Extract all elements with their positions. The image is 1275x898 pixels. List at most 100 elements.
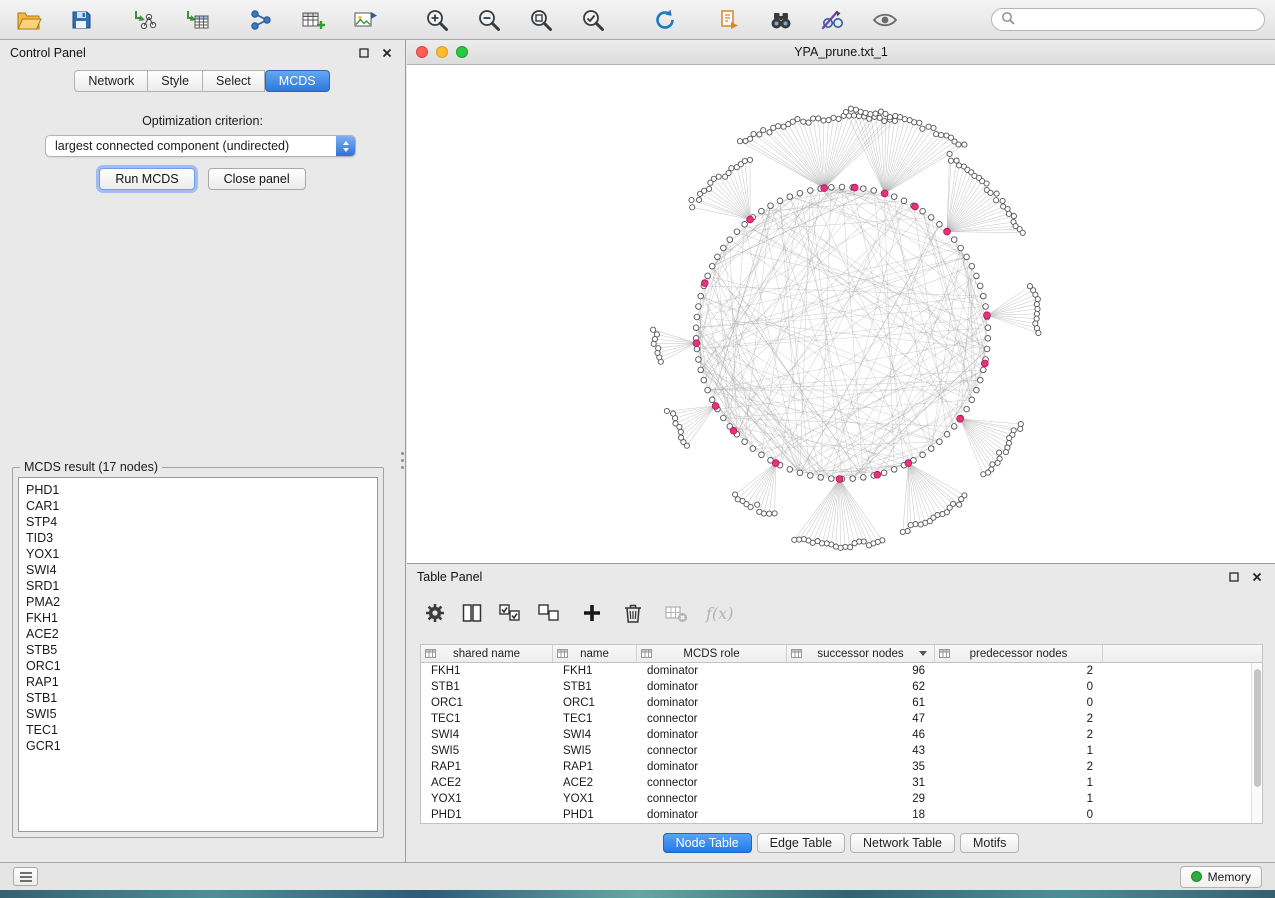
close-panel-icon[interactable] [379,45,395,61]
mcds-result-item[interactable]: STB1 [26,690,370,706]
table-cell: 1 [935,777,1103,789]
status-bar: Memory [0,862,1275,890]
mcds-result-list[interactable]: PHD1CAR1STP4TID3YOX1SWI4SRD1PMA2FKH1ACE2… [18,477,378,832]
search-box[interactable] [991,8,1265,31]
memory-button[interactable]: Memory [1180,866,1262,888]
table-cell: 18 [787,809,935,821]
table-row[interactable]: STB1STB1dominator620 [421,679,1251,695]
float-table-panel-icon[interactable] [1226,569,1242,585]
tab-edge-table[interactable]: Edge Table [757,833,845,853]
column-sort-caret-icon[interactable] [919,651,927,656]
float-panel-icon[interactable] [356,45,372,61]
mcds-result-item[interactable]: FKH1 [26,610,370,626]
network-window: YPA_prune.txt_1 [407,40,1275,563]
table-row[interactable]: ACE2ACE2connector311 [421,775,1251,791]
table-row[interactable]: SWI4SWI4dominator462 [421,727,1251,743]
table-cell: 46 [787,729,935,741]
table-panel: Table Panel f(x) share [407,563,1275,862]
copy-view-icon[interactable] [710,4,748,36]
mcds-result-item[interactable]: CAR1 [26,498,370,514]
mcds-result-item[interactable]: ORC1 [26,658,370,674]
zoom-in-icon[interactable] [418,4,456,36]
control-panel: Control Panel NetworkStyleSelectMCDS Opt… [0,40,406,862]
delete-rows-icon[interactable] [622,601,644,625]
tab-style[interactable]: Style [147,70,203,92]
mcds-result-item[interactable]: SWI5 [26,706,370,722]
tab-network[interactable]: Network [74,70,148,92]
table-row[interactable]: SWI5SWI5connector431 [421,743,1251,759]
export-image-icon[interactable] [346,4,384,36]
open-folder-icon[interactable] [10,4,48,36]
minimize-window-icon[interactable] [436,46,448,58]
column-header-name[interactable]: name [553,645,637,662]
table-settings-icon[interactable] [423,601,447,625]
mcds-result-item[interactable]: STP4 [26,514,370,530]
tab-select[interactable]: Select [202,70,265,92]
new-network-icon[interactable] [242,4,280,36]
save-icon[interactable] [62,4,100,36]
import-table-icon[interactable] [178,4,216,36]
zoom-out-icon[interactable] [470,4,508,36]
control-panel-header: Control Panel [0,40,405,66]
tab-node-table[interactable]: Node Table [663,833,752,853]
mcds-result-item[interactable]: YOX1 [26,546,370,562]
mcds-result-item[interactable]: SWI4 [26,562,370,578]
criterion-dropdown[interactable]: largest connected component (undirected) [45,135,356,157]
mcds-result-item[interactable]: RAP1 [26,674,370,690]
mcds-result-item[interactable]: PHD1 [26,482,370,498]
table-row[interactable]: YOX1YOX1connector291 [421,791,1251,807]
table-scrollbar[interactable] [1251,663,1262,823]
panel-splitter-handle[interactable] [401,448,405,473]
new-table-icon[interactable] [294,4,332,36]
table-toolbar: f(x) [407,590,1275,632]
refresh-icon[interactable] [646,4,684,36]
table-cell: 43 [787,745,935,757]
network-titlebar[interactable]: YPA_prune.txt_1 [407,40,1275,65]
zoom-selected-icon[interactable] [574,4,612,36]
column-header-successor-nodes[interactable]: successor nodes [787,645,935,662]
add-row-icon[interactable] [581,602,603,624]
show-columns-icon[interactable] [460,601,484,625]
column-header-predecessor-nodes[interactable]: predecessor nodes [935,645,1103,662]
mcds-result-item[interactable]: GCR1 [26,738,370,754]
eye-icon[interactable] [866,4,904,36]
close-window-icon[interactable] [416,46,428,58]
table-cell: ACE2 [553,777,637,789]
run-mcds-button[interactable]: Run MCDS [99,168,194,190]
close-table-panel-icon[interactable] [1249,569,1265,585]
zoom-fit-icon[interactable] [522,4,560,36]
import-network-icon[interactable] [126,4,164,36]
tab-network-table[interactable]: Network Table [850,833,955,853]
column-header-shared-name[interactable]: shared name [421,645,553,662]
binoculars-icon[interactable] [762,4,800,36]
select-all-icon[interactable] [497,601,523,625]
column-header-MCDS-role[interactable]: MCDS role [637,645,787,662]
apply-style-icon[interactable] [814,4,852,36]
table-row[interactable]: RAP1RAP1dominator352 [421,759,1251,775]
tab-motifs[interactable]: Motifs [960,833,1019,853]
network-title: YPA_prune.txt_1 [407,45,1275,59]
table-row[interactable]: ORC1ORC1dominator610 [421,695,1251,711]
tab-mcds[interactable]: MCDS [265,70,330,92]
mcds-result-item[interactable]: SRD1 [26,578,370,594]
mcds-result-item[interactable]: TEC1 [26,722,370,738]
table-cell: 2 [935,713,1103,725]
mcds-result-item[interactable]: STB5 [26,642,370,658]
maximize-window-icon[interactable] [456,46,468,58]
scrollbar-thumb[interactable] [1254,669,1261,787]
mcds-result-item[interactable]: TID3 [26,530,370,546]
mcds-result-item[interactable]: PMA2 [26,594,370,610]
table-cell: 35 [787,761,935,773]
table-panel-tabs: Node TableEdge TableNetwork TableMotifs [407,833,1275,853]
search-input[interactable] [1020,12,1255,28]
close-panel-button[interactable]: Close panel [208,168,306,190]
status-menu-button[interactable] [13,867,38,886]
table-row[interactable]: TEC1TEC1connector472 [421,711,1251,727]
table-row[interactable]: FKH1FKH1dominator962 [421,663,1251,679]
mcds-result-item[interactable]: ACE2 [26,626,370,642]
unselect-all-icon[interactable] [536,601,562,625]
table-cell: connector [637,777,787,789]
table-row[interactable]: PHD1PHD1dominator180 [421,807,1251,823]
table-cell: 96 [787,665,935,677]
network-canvas[interactable] [407,65,1275,562]
